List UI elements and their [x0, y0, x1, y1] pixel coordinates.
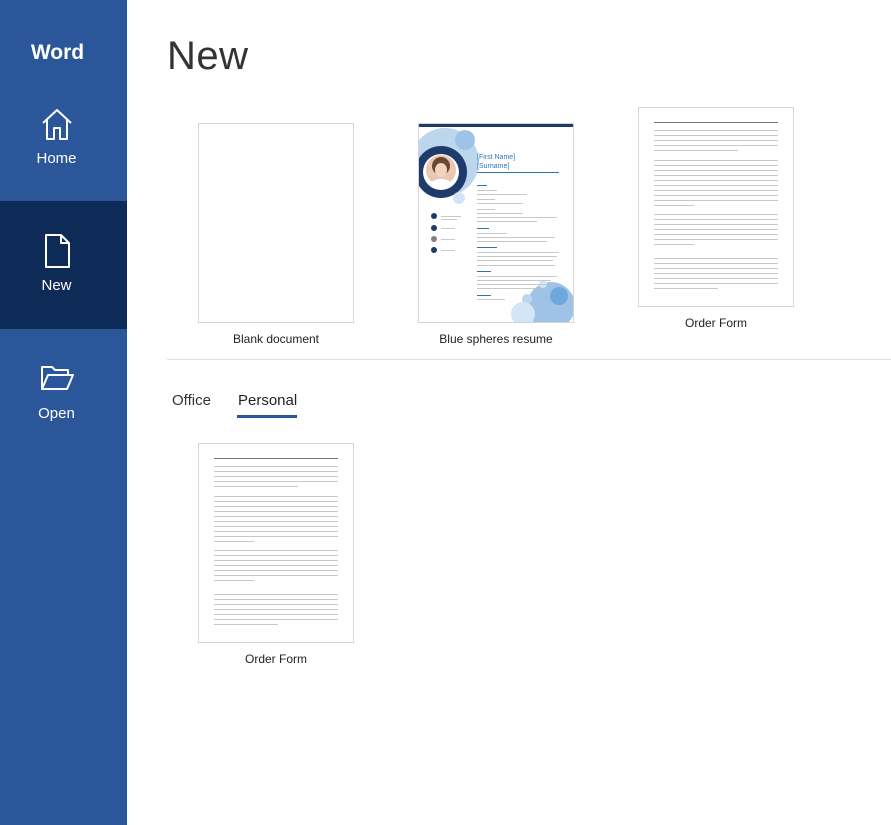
active-tab-indicator: [237, 415, 297, 418]
sidebar-item-new[interactable]: New: [0, 201, 127, 329]
sidebar-item-label: Home: [36, 150, 77, 167]
resume-preview-name: [First Name]: [477, 154, 516, 161]
sidebar-item-label: New: [41, 277, 72, 294]
new-document-icon: [45, 234, 70, 268]
resume-preview-surname: [Surname]: [477, 163, 510, 170]
page-title: New: [167, 34, 249, 78]
tab-personal[interactable]: Personal: [238, 392, 297, 409]
sidebar-item-open[interactable]: Open: [0, 329, 127, 457]
sidebar: Word Home New Open: [0, 0, 127, 825]
section-divider: [167, 359, 891, 360]
template-label: Order Form: [684, 316, 747, 330]
template-thumbnail: [First Name] [Surname]: [418, 123, 574, 323]
open-folder-icon: [41, 366, 74, 390]
template-thumbnail: [198, 443, 354, 643]
tab-office[interactable]: Office: [172, 392, 211, 409]
sidebar-item-home[interactable]: Home: [0, 74, 127, 202]
template-thumbnail: [638, 107, 794, 307]
template-thumbnail: [198, 123, 354, 323]
home-icon: [42, 109, 72, 140]
app-title: Word: [30, 41, 85, 64]
template-label: Blue spheres resume: [439, 332, 553, 346]
template-label: Blank document: [232, 332, 320, 346]
template-label: Order Form: [244, 652, 307, 666]
sidebar-item-label: Open: [38, 405, 75, 422]
